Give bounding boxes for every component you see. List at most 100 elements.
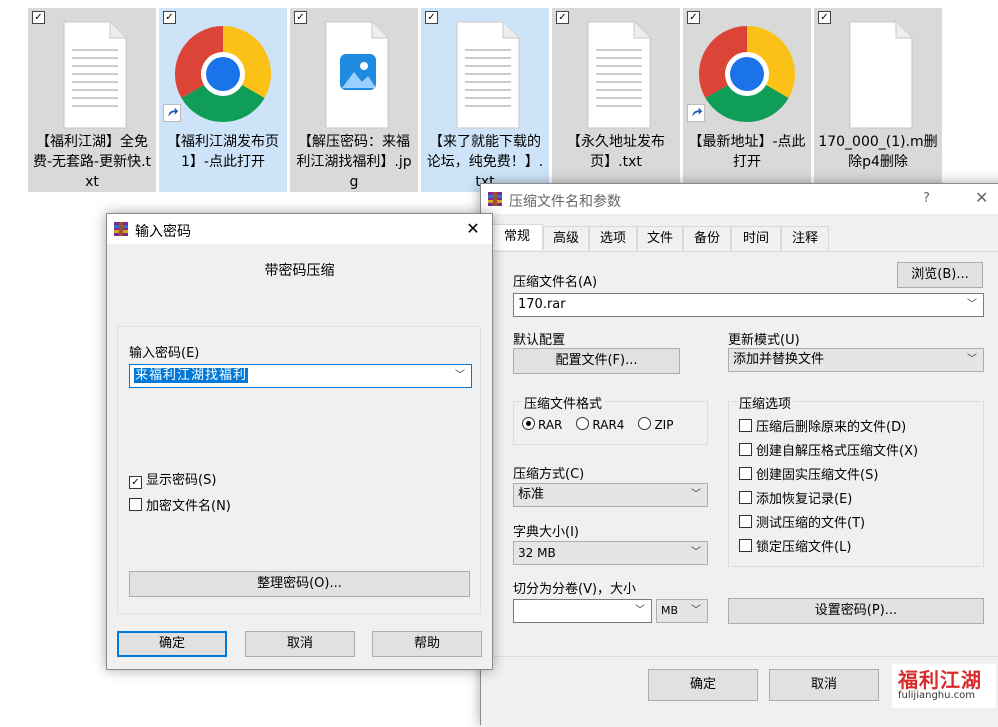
chevron-down-icon[interactable]: ﹀	[965, 349, 979, 371]
password-ok-button[interactable]: 确定	[117, 631, 227, 657]
tab-item[interactable]: 高级	[543, 226, 589, 250]
tab-item[interactable]: 文件	[637, 226, 683, 250]
option-checkbox[interactable]: 创建固实压缩文件(S)	[739, 464, 918, 488]
password-dialog-titlebar[interactable]: 输入密码 ✕	[107, 214, 492, 244]
set-password-button[interactable]: 设置密码(P)...	[728, 598, 984, 624]
archive-dialog-titlebar[interactable]: 压缩文件名和参数 ? ✕	[481, 184, 998, 214]
file-icon	[828, 16, 928, 134]
method-value: 标准	[518, 487, 545, 502]
file-item[interactable]: ✓ 【福利江湖发布页1】-点此打开	[159, 8, 287, 192]
file-name: 170_000_(1).m删除p4删除	[818, 134, 938, 170]
file-item[interactable]: ✓ 【解压密码：来福利江湖找福利】.jpg	[290, 8, 418, 192]
checkbox-icon	[739, 419, 752, 432]
option-checkbox[interactable]: 锁定压缩文件(L)	[739, 536, 918, 560]
option-label: 创建固实压缩文件(S)	[756, 468, 879, 483]
file-name: 【福利江湖】全免费-无套路-更新快.txt	[32, 134, 152, 190]
image-file-icon	[304, 16, 404, 134]
tab-item[interactable]: 选项	[589, 226, 637, 250]
option-checkbox[interactable]: 压缩后删除原来的文件(D)	[739, 416, 918, 440]
show-password-checkbox[interactable]: ✓ 显示密码(S)	[129, 469, 216, 489]
winrar-icon	[114, 222, 128, 236]
tab-item[interactable]: 注释	[781, 226, 829, 250]
archive-cancel-button[interactable]: 取消	[769, 669, 879, 701]
option-checkbox[interactable]: 添加恢复记录(E)	[739, 488, 918, 512]
text-file-icon	[566, 16, 666, 134]
checkbox-icon	[739, 467, 752, 480]
encrypt-names-label: 加密文件名(N)	[146, 499, 231, 514]
checkbox-icon	[739, 491, 752, 504]
option-checkbox[interactable]: 创建自解压格式压缩文件(X)	[739, 440, 918, 464]
format-label: RAR	[538, 418, 563, 432]
text-file-icon	[42, 16, 142, 134]
format-radio[interactable]: RAR	[522, 417, 563, 432]
file-item[interactable]: ✓ 【来了就能下载的论坛，纯免费！】.txt	[421, 8, 549, 192]
chevron-down-icon[interactable]: ﹀	[689, 600, 703, 622]
chevron-down-icon[interactable]: ﹀	[689, 484, 703, 506]
winrar-icon	[488, 192, 502, 206]
checkbox-icon	[739, 515, 752, 528]
option-label: 锁定压缩文件(L)	[756, 540, 852, 555]
file-item[interactable]: ✓ 【永久地址发布页】.txt	[552, 8, 680, 192]
tab-item[interactable]: 时间	[731, 226, 781, 250]
shortcut-arrow-icon	[687, 104, 705, 122]
option-label: 测试压缩的文件(T)	[756, 516, 866, 531]
password-dialog-title: 输入密码	[135, 224, 191, 240]
update-mode-combo[interactable]: 添加并替换文件 ﹀	[728, 348, 984, 372]
check-icon: ✓	[129, 476, 142, 489]
file-name: 【最新地址】-点此打开	[688, 134, 806, 170]
method-label: 压缩方式(C)	[513, 467, 585, 482]
password-dialog-heading: 带密码压缩	[264, 263, 335, 279]
option-label: 创建自解压格式压缩文件(X)	[756, 444, 919, 459]
format-label: ZIP	[654, 418, 674, 432]
password-input[interactable]: 来福利江湖找福利 ﹀	[129, 364, 472, 388]
update-mode-value: 添加并替换文件	[733, 352, 825, 367]
help-icon[interactable]: ?	[923, 191, 930, 206]
split-label: 切分为分卷(V)，大小	[513, 582, 637, 597]
password-cancel-button[interactable]: 取消	[245, 631, 355, 657]
shortcut-arrow-icon	[163, 104, 181, 122]
browse-button[interactable]: 浏览(B)...	[897, 262, 983, 288]
tab-item[interactable]: 常规	[491, 224, 543, 250]
file-name: 【解压密码：来福利江湖找福利】.jpg	[296, 134, 412, 190]
tab-item[interactable]: 备份	[683, 226, 731, 250]
dict-value: 32 MB	[518, 546, 556, 560]
option-checkbox[interactable]: 测试压缩的文件(T)	[739, 512, 918, 536]
update-mode-label: 更新模式(U)	[728, 333, 800, 348]
organize-password-button[interactable]: 整理密码(O)...	[129, 571, 470, 597]
password-help-button[interactable]: 帮助	[372, 631, 482, 657]
format-radio[interactable]: ZIP	[638, 417, 674, 432]
file-item[interactable]: ✓ 170_000_(1).m删除p4删除	[814, 8, 942, 192]
file-name: 【福利江湖发布页1】-点此打开	[167, 134, 279, 170]
dict-combo[interactable]: 32 MB ﹀	[513, 541, 708, 565]
format-group: 压缩文件格式 RAR RAR4 ZIP	[513, 393, 708, 445]
checkbox-icon	[739, 539, 752, 552]
password-value: 来福利江湖找福利	[134, 368, 249, 383]
encrypt-names-checkbox[interactable]: 加密文件名(N)	[129, 495, 231, 514]
format-radio[interactable]: RAR4	[576, 417, 624, 432]
split-size-combo[interactable]: ﹀	[513, 599, 652, 623]
text-file-icon	[435, 16, 535, 134]
file-name: 【永久地址发布页】.txt	[567, 134, 665, 170]
profile-button[interactable]: 配置文件(F)...	[513, 348, 680, 374]
chevron-down-icon[interactable]: ﹀	[453, 365, 467, 387]
method-combo[interactable]: 标准 ﹀	[513, 483, 708, 507]
radio-icon	[576, 417, 590, 430]
format-group-title: 压缩文件格式	[522, 393, 605, 412]
watermark-url: fulijianghu.com	[898, 690, 975, 701]
password-dialog: 输入密码 ✕ 带密码压缩 输入密码(E) 来福利江湖找福利 ﹀ ✓ 显示密码(S)…	[106, 213, 493, 670]
file-item[interactable]: ✓ 【福利江湖】全免费-无套路-更新快.txt	[28, 8, 156, 192]
close-icon[interactable]: ✕	[975, 188, 988, 207]
chevron-down-icon[interactable]: ﹀	[633, 600, 647, 622]
tab-bar: 常规 高级 选项 文件 备份 时间 注释	[491, 224, 991, 252]
split-unit-value: MB	[661, 604, 679, 617]
chevron-down-icon[interactable]: ﹀	[689, 542, 703, 564]
archive-name-combo[interactable]: 170.rar ﹀	[513, 293, 984, 317]
chevron-down-icon[interactable]: ﹀	[965, 294, 979, 316]
file-item[interactable]: ✓ 【最新地址】-点此打开	[683, 8, 811, 192]
split-unit-combo[interactable]: MB ﹀	[656, 599, 708, 623]
archive-ok-button[interactable]: 确定	[648, 669, 758, 701]
close-icon[interactable]: ✕	[462, 218, 484, 240]
checkbox-icon	[739, 443, 752, 456]
watermark-title: 福利江湖	[898, 668, 982, 692]
archive-dialog: 压缩文件名和参数 ? ✕ 常规 高级 选项 文件 备份 时间 注释 压缩文件名(A) 浏览(…	[480, 183, 998, 727]
